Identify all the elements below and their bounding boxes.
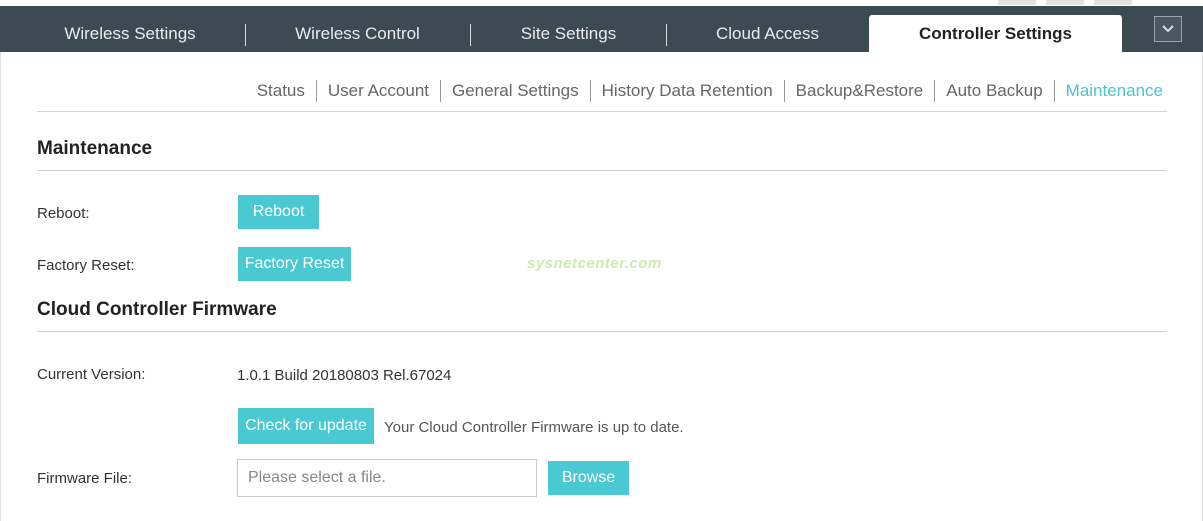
main-tab-bar: Wireless Settings Wireless Control Site …	[0, 6, 1203, 52]
subnav-status[interactable]: Status	[246, 80, 316, 102]
firmware-status-note: Your Cloud Controller Firmware is up to …	[384, 419, 684, 436]
firmware-file-input[interactable]	[237, 459, 537, 497]
subnav-general-settings[interactable]: General Settings	[440, 80, 590, 102]
subnav-backup-restore[interactable]: Backup&Restore	[783, 80, 935, 102]
menu-toggle-button[interactable]	[1154, 16, 1182, 42]
top-strip-mark	[998, 0, 1036, 5]
current-version-label: Current Version:	[37, 366, 146, 383]
maintenance-section-title: Maintenance	[37, 138, 1167, 171]
subnav-user-account[interactable]: User Account	[315, 80, 440, 102]
sub-navigation: Status User Account General Settings His…	[37, 76, 1167, 112]
tab-divider	[245, 24, 246, 46]
watermark: sysnetcenter.com	[527, 255, 662, 272]
check-update-button[interactable]: Check for update	[238, 408, 374, 444]
tab-wireless-settings[interactable]: Wireless Settings	[20, 6, 240, 52]
top-strip-mark	[1094, 0, 1132, 5]
subnav-auto-backup[interactable]: Auto Backup	[934, 80, 1053, 102]
subnav-history-data-retention[interactable]: History Data Retention	[589, 80, 784, 102]
factory-reset-button[interactable]: Factory Reset	[238, 247, 351, 281]
reboot-button[interactable]: Reboot	[238, 195, 319, 229]
browse-button[interactable]: Browse	[548, 461, 629, 495]
chevron-down-icon	[1162, 25, 1174, 33]
content-panel: Status User Account General Settings His…	[0, 52, 1203, 521]
current-version-value: 1.0.1 Build 20180803 Rel.67024	[237, 367, 452, 384]
subnav-maintenance[interactable]: Maintenance	[1053, 80, 1163, 102]
factory-reset-label: Factory Reset:	[37, 257, 135, 274]
tab-site-settings[interactable]: Site Settings	[475, 6, 662, 52]
tab-controller-settings[interactable]: Controller Settings	[869, 15, 1122, 52]
tab-divider	[470, 24, 471, 46]
reboot-label: Reboot:	[37, 205, 90, 222]
tab-cloud-access[interactable]: Cloud Access	[670, 6, 865, 52]
firmware-section-title: Cloud Controller Firmware	[37, 299, 1167, 332]
tab-wireless-control[interactable]: Wireless Control	[250, 6, 465, 52]
top-strip-mark	[1046, 0, 1084, 5]
tab-divider	[666, 24, 667, 46]
firmware-file-label: Firmware File:	[37, 470, 133, 487]
